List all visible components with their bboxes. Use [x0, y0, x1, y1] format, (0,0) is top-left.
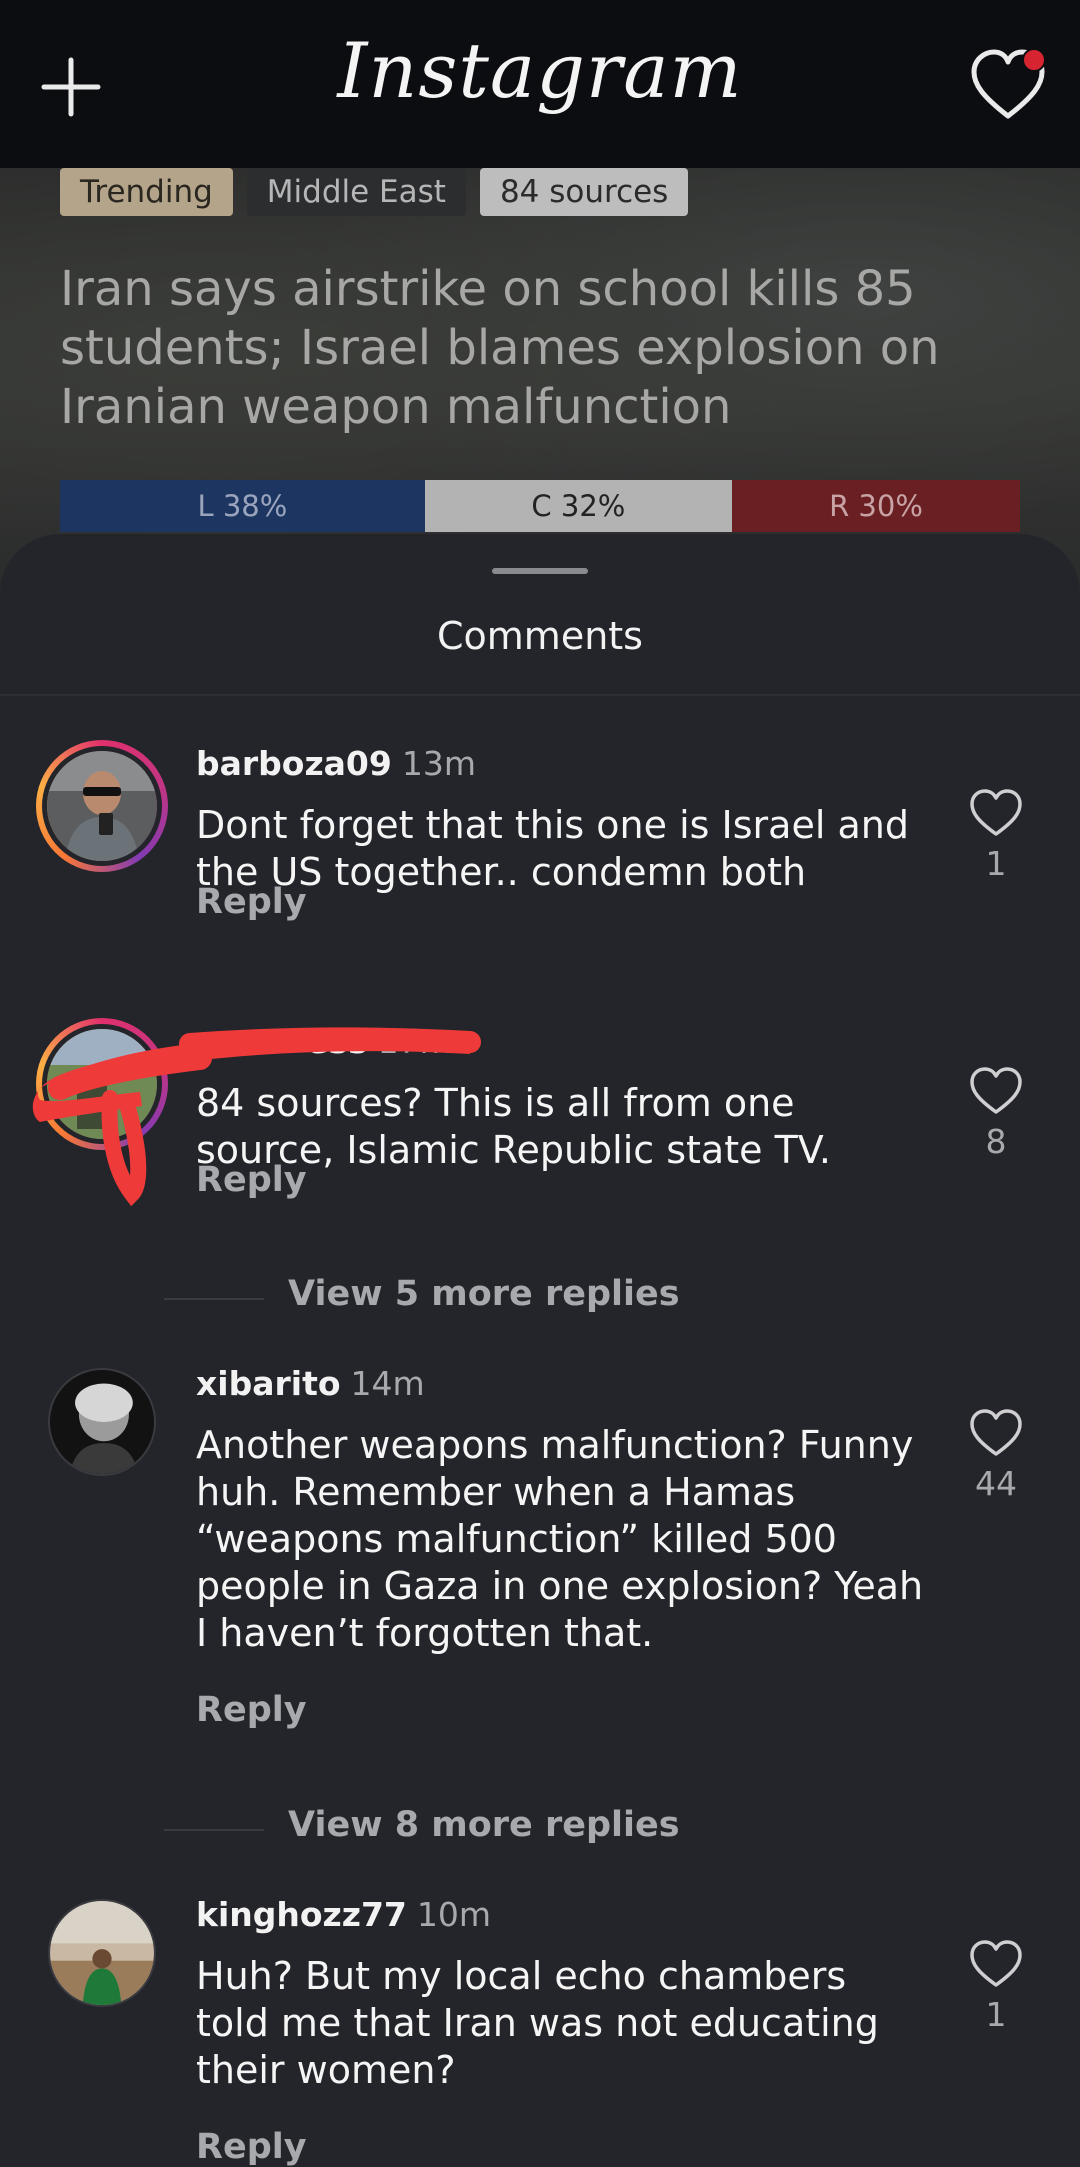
- comment-time: 13m: [401, 744, 476, 783]
- like-count: 1: [985, 1995, 1007, 2034]
- bias-right: R 30%: [731, 480, 1020, 532]
- tag-sources[interactable]: 84 sources: [479, 168, 689, 216]
- app-logo: Instagram: [337, 26, 743, 115]
- reply-button[interactable]: Reply: [196, 2127, 307, 2167]
- comment-meta: xibarito 14m: [196, 1362, 425, 1406]
- bias-left: L 38%: [60, 480, 425, 532]
- article-headline[interactable]: Iran says airstrike on school kills 85 s…: [60, 260, 1020, 437]
- heart-icon[interactable]: [968, 1408, 1024, 1458]
- sheet-drag-handle[interactable]: [492, 568, 588, 574]
- avatar-photo: [50, 1370, 154, 1474]
- heart-icon[interactable]: [968, 1939, 1024, 1989]
- comment-text: Huh? But my local echo chambers told me …: [196, 1954, 879, 2092]
- avatar[interactable]: [48, 1368, 156, 1476]
- comment-meta: barboza09 13m: [196, 742, 476, 786]
- heart-icon[interactable]: [968, 1066, 1024, 1116]
- view-more-replies-label[interactable]: View 8 more replies: [288, 1805, 680, 1845]
- avatar[interactable]: [36, 740, 168, 872]
- like-count: 8: [985, 1122, 1007, 1161]
- heart-icon[interactable]: [968, 788, 1024, 838]
- comment-time: 14m: [350, 1364, 425, 1403]
- reply-button[interactable]: Reply: [196, 1690, 307, 1730]
- divider: [0, 694, 1080, 696]
- comment-text: Another weapons malfunction? Funny huh. …: [196, 1423, 924, 1655]
- tag-trending[interactable]: Trending: [60, 168, 233, 216]
- divider: [164, 1829, 264, 1831]
- comment-username[interactable]: barboza09: [196, 744, 392, 783]
- avatar-photo: [47, 751, 157, 861]
- view-more-replies-label[interactable]: View 5 more replies: [288, 1274, 680, 1314]
- notification-dot: [1022, 48, 1046, 72]
- divider: [164, 1298, 264, 1300]
- avatar[interactable]: [48, 1899, 156, 2007]
- comments-sheet: Comments barboza09 13m Dont forget that t…: [0, 534, 1080, 2167]
- view-more-replies[interactable]: View 8 more replies: [164, 1805, 864, 1855]
- like-count: 44: [975, 1464, 1017, 1503]
- top-app-bar: Instagram: [0, 0, 1080, 168]
- reply-button[interactable]: Reply: [196, 882, 307, 922]
- like-count: 1: [985, 844, 1007, 883]
- comment-time: 10m: [416, 1895, 492, 1934]
- bias-center: C 32%: [424, 480, 732, 532]
- comment-username[interactable]: kinghozz77: [196, 1895, 407, 1934]
- sheet-title: Comments: [437, 614, 643, 658]
- redaction-scribble: [32, 1027, 481, 1207]
- view-more-replies[interactable]: View 5 more replies: [164, 1274, 864, 1324]
- comment-username[interactable]: xibarito: [196, 1364, 341, 1403]
- avatar-photo: [50, 1901, 154, 2005]
- tag-region[interactable]: Middle East: [246, 168, 466, 216]
- tag-row: Trending Middle East 84 sources: [60, 168, 689, 216]
- comment-meta: kinghozz77 10m: [196, 1893, 491, 1937]
- bias-distribution-bar[interactable]: L 38% C 32% R 30%: [60, 480, 1020, 532]
